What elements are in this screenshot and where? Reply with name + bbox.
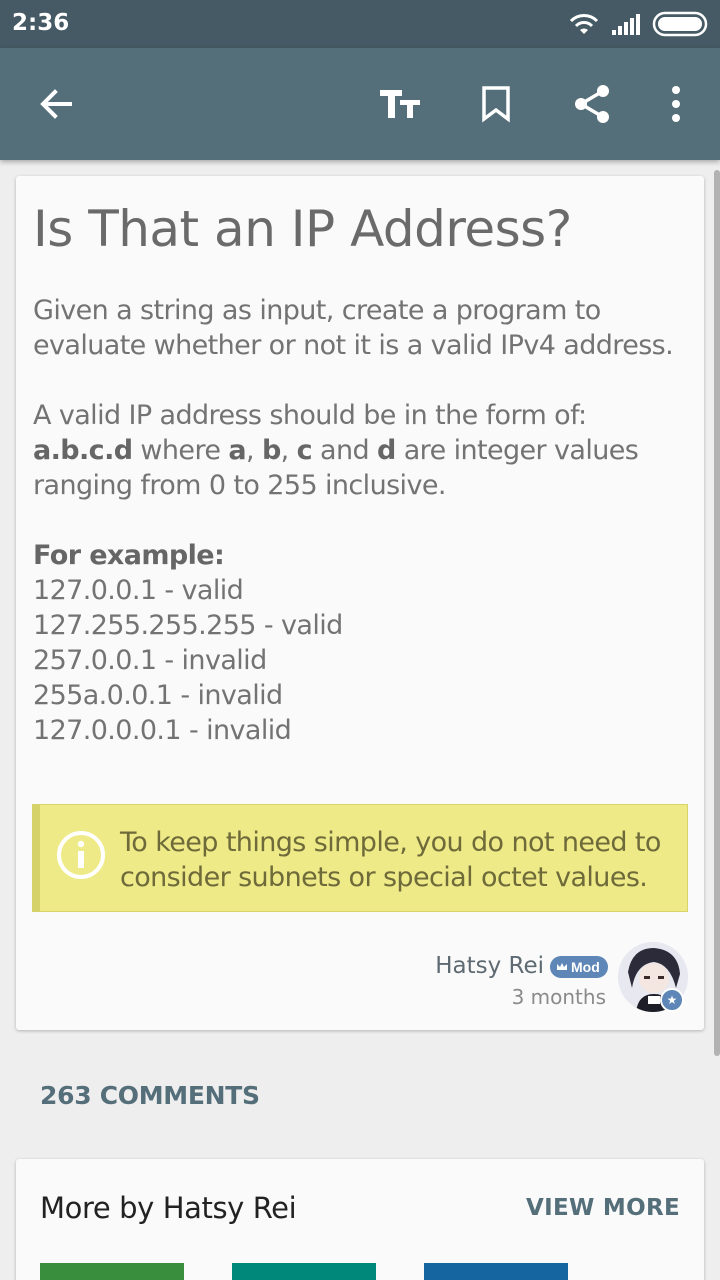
status-bar: 2:36 [0, 0, 720, 48]
more-by-title: More by Hatsy Rei [40, 1191, 297, 1225]
wifi-icon [569, 14, 599, 34]
example-line: 257.0.0.1 - invalid [33, 645, 267, 676]
star-badge-icon: ★ [660, 988, 684, 1012]
example-heading: For example: [33, 540, 225, 571]
lesson-thumbnail[interactable] [40, 1263, 184, 1280]
info-note-text: To keep things simple, you do not need t… [120, 827, 661, 893]
example-line: 255a.0.0.1 - invalid [33, 680, 283, 711]
text-size-icon[interactable] [372, 76, 428, 132]
status-time: 2:36 [12, 10, 70, 36]
back-arrow-icon[interactable] [28, 76, 84, 132]
comments-link[interactable]: 263 COMMENTS [40, 1081, 260, 1110]
share-icon[interactable] [564, 76, 620, 132]
mod-badge-label: Mod [571, 959, 600, 975]
post-card: Is That an IP Address? Given a string as… [16, 176, 704, 1030]
more-by-card: More by Hatsy Rei VIEW MORE [16, 1159, 704, 1280]
lesson-thumbnail[interactable] [424, 1263, 568, 1280]
signal-icon [612, 14, 640, 35]
post-form-line: A valid IP address should be in the form… [33, 400, 587, 431]
app-bar [0, 48, 720, 160]
bookmark-icon[interactable] [468, 76, 524, 132]
author-name[interactable]: Hatsy Rei [435, 953, 544, 979]
scrollbar[interactable] [714, 170, 720, 1056]
lesson-thumbnail[interactable] [232, 1263, 376, 1280]
status-icons [568, 9, 708, 39]
example-line: 127.0.0.0.1 - invalid [33, 715, 292, 746]
example-line: 127.0.0.1 - valid [33, 575, 244, 606]
post-body: Given a string as input, create a progra… [33, 293, 693, 748]
post-intro: Given a string as input, create a progra… [33, 295, 674, 361]
more-vert-icon[interactable] [648, 76, 704, 132]
post-title: Is That an IP Address? [33, 200, 572, 258]
example-line: 127.255.255.255 - valid [33, 610, 343, 641]
info-note: To keep things simple, you do not need t… [32, 804, 688, 912]
battery-icon [652, 11, 708, 37]
post-form-detail: a.b.c.d where a, b, c and d are integer … [33, 435, 639, 501]
info-icon [57, 831, 105, 879]
view-more-button[interactable]: VIEW MORE [526, 1195, 680, 1221]
mod-badge: Mod [550, 956, 608, 978]
post-time: 3 months [511, 985, 606, 1009]
crown-icon [557, 963, 567, 970]
